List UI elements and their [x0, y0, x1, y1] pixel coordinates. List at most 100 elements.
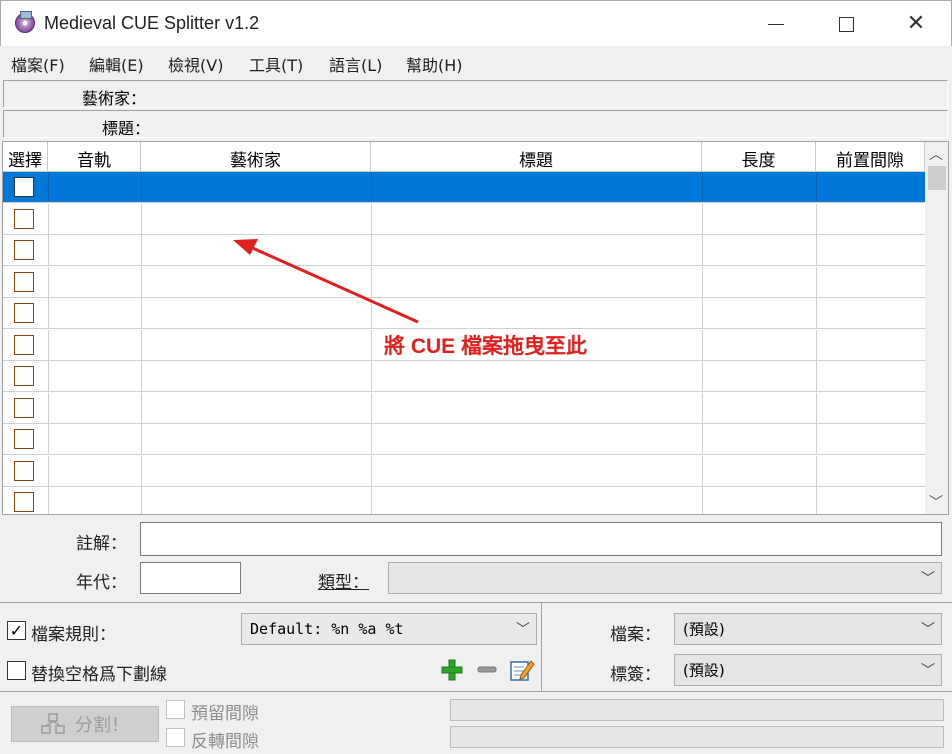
- split-button[interactable]: 分割！: [11, 706, 159, 742]
- chevron-down-icon: ﹀: [921, 571, 935, 587]
- column-divider: [816, 487, 817, 514]
- column-divider: [816, 203, 817, 234]
- column-divider: [371, 172, 372, 202]
- minimize-icon: [768, 23, 784, 25]
- column-divider: [371, 361, 372, 391]
- column-pregap[interactable]: 前置間隙: [816, 142, 925, 172]
- column-divider: [816, 329, 817, 360]
- row-select-checkbox[interactable]: [14, 240, 34, 260]
- chevron-down-icon: ﹀: [921, 663, 935, 679]
- table-row[interactable]: [3, 392, 925, 424]
- progress-bar-total: [450, 726, 944, 748]
- row-select-checkbox[interactable]: [14, 429, 34, 449]
- row-select-checkbox[interactable]: [14, 271, 34, 292]
- add-icon[interactable]: [441, 659, 463, 681]
- table-row[interactable]: [3, 203, 925, 235]
- column-divider: [702, 235, 703, 265]
- column-divider: [371, 392, 372, 423]
- column-divider: [816, 266, 817, 297]
- vertical-scrollbar[interactable]: ︿ ﹀: [925, 142, 948, 514]
- genre-label: 類型：: [318, 573, 369, 593]
- album-title-label: 標題：: [102, 119, 151, 138]
- column-divider: [816, 424, 817, 454]
- column-divider: [141, 266, 142, 297]
- album-artist-row[interactable]: 藝術家：: [3, 80, 948, 108]
- divider: [0, 602, 952, 603]
- column-divider: [48, 424, 49, 454]
- album-title-row[interactable]: 標題：: [3, 110, 948, 138]
- row-select-checkbox[interactable]: [14, 303, 34, 323]
- table-row[interactable]: [3, 487, 925, 514]
- year-input[interactable]: [140, 562, 241, 594]
- row-select-checkbox[interactable]: [14, 334, 34, 355]
- row-select-checkbox[interactable]: [14, 208, 34, 229]
- maximize-button[interactable]: [811, 1, 881, 47]
- column-divider: [48, 172, 49, 202]
- track-table[interactable]: 選擇 音軌 藝術家 標題 長度 前置間隙 ︿ ﹀: [2, 141, 949, 515]
- edit-icon[interactable]: [509, 657, 535, 683]
- row-select-checkbox[interactable]: [14, 177, 34, 197]
- row-select-checkbox[interactable]: [14, 397, 34, 418]
- row-select-checkbox[interactable]: [14, 460, 34, 481]
- row-select-checkbox[interactable]: [14, 366, 34, 386]
- filename-rule-value: Default: %n %a %t: [250, 620, 404, 638]
- comment-input[interactable]: [140, 522, 942, 556]
- column-divider: [816, 392, 817, 423]
- menu-help[interactable]: 幫助(H): [406, 52, 463, 76]
- scroll-down-icon[interactable]: ﹀: [929, 492, 943, 512]
- scroll-up-icon[interactable]: ︿: [929, 144, 943, 164]
- menu-tools[interactable]: 工具(T): [249, 52, 303, 76]
- table-row[interactable]: [3, 266, 925, 298]
- keep-gap-label: 預留間隙: [191, 704, 259, 724]
- column-divider: [371, 298, 372, 328]
- filename-rule-select[interactable]: Default: %n %a %t ﹀: [241, 613, 537, 645]
- column-track[interactable]: 音軌: [48, 142, 141, 172]
- menu-file[interactable]: 檔案(F): [11, 52, 65, 76]
- tag-select[interactable]: (預設) ﹀: [674, 654, 942, 686]
- keep-gap-checkbox[interactable]: [166, 700, 185, 719]
- column-divider: [141, 329, 142, 360]
- table-row[interactable]: [3, 298, 925, 329]
- column-divider: [141, 487, 142, 514]
- divider: [541, 603, 542, 691]
- chevron-down-icon: ﹀: [516, 622, 530, 638]
- close-button[interactable]: ✕: [881, 1, 951, 47]
- menu-view[interactable]: 檢視(V): [168, 52, 223, 76]
- table-row[interactable]: [3, 172, 925, 203]
- column-divider: [702, 298, 703, 328]
- filename-rule-label: 檔案規則：: [31, 625, 116, 645]
- menu-language[interactable]: 語言(L): [329, 52, 382, 76]
- column-divider: [702, 455, 703, 486]
- menu-edit[interactable]: 編輯(E): [89, 52, 144, 76]
- table-row[interactable]: [3, 455, 925, 487]
- table-row[interactable]: [3, 361, 925, 392]
- replace-spaces-checkbox[interactable]: [7, 661, 26, 680]
- column-artist[interactable]: 藝術家: [141, 142, 371, 172]
- window-title: Medieval CUE Splitter v1.2: [44, 13, 260, 33]
- row-select-checkbox[interactable]: [14, 492, 34, 512]
- column-divider: [816, 172, 817, 202]
- filename-rule-checkbox[interactable]: ✓: [7, 621, 26, 640]
- column-divider: [48, 235, 49, 265]
- comment-label: 註解：: [76, 534, 127, 554]
- column-divider: [141, 203, 142, 234]
- table-row[interactable]: [3, 424, 925, 455]
- column-select[interactable]: 選擇: [3, 142, 48, 172]
- column-divider: [816, 455, 817, 486]
- scroll-thumb[interactable]: [928, 166, 946, 190]
- column-divider: [702, 266, 703, 297]
- reverse-gap-checkbox[interactable]: [166, 728, 185, 747]
- minimize-button[interactable]: [741, 1, 811, 47]
- column-divider: [48, 329, 49, 360]
- column-title[interactable]: 標題: [371, 142, 702, 172]
- column-length[interactable]: 長度: [702, 142, 816, 172]
- column-divider: [702, 172, 703, 202]
- column-divider: [702, 392, 703, 423]
- remove-icon[interactable]: [477, 665, 497, 675]
- column-divider: [816, 298, 817, 328]
- output-file-select[interactable]: (預設) ﹀: [674, 613, 942, 645]
- output-file-value: (預設): [683, 620, 725, 639]
- column-divider: [141, 455, 142, 486]
- genre-select[interactable]: ﹀: [388, 562, 942, 594]
- table-row[interactable]: [3, 235, 925, 266]
